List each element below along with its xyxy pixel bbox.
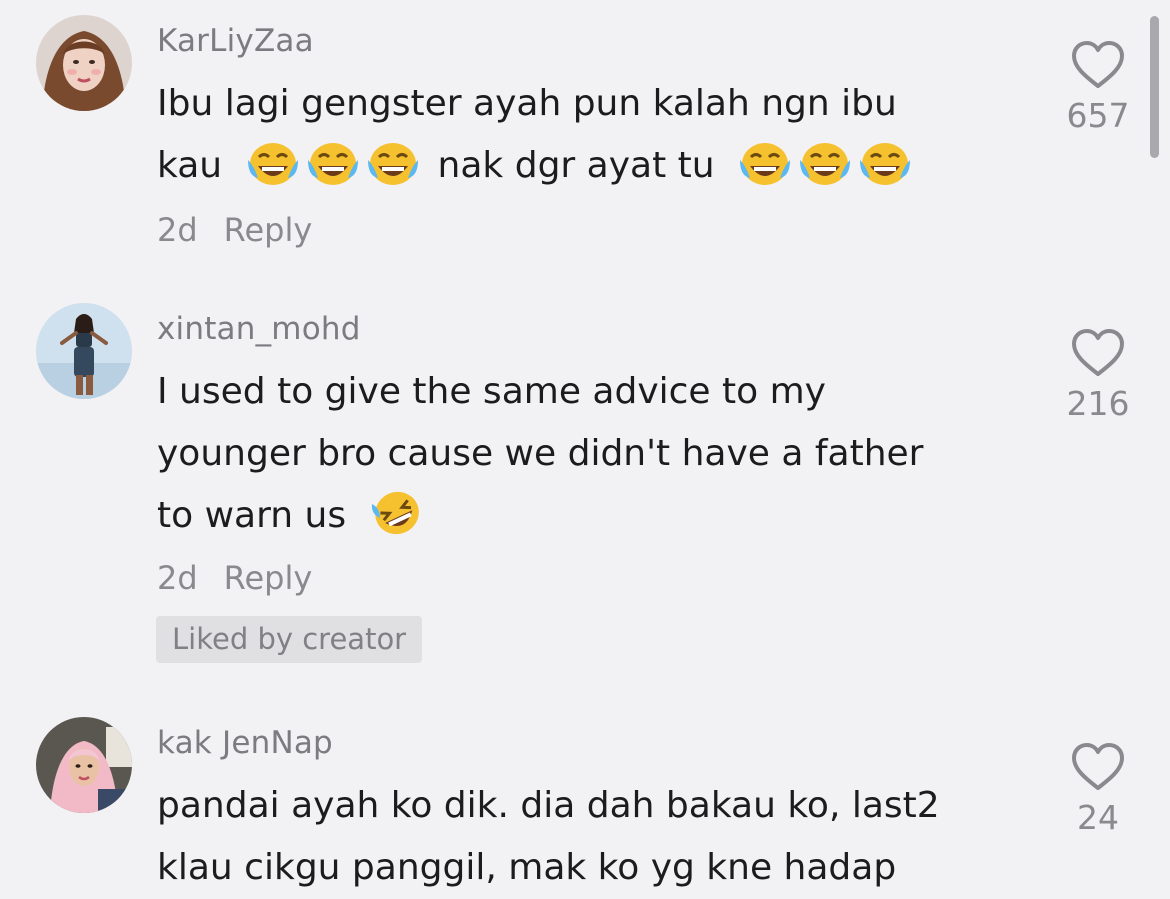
tears-of-joy-emoji-icon: [798, 140, 852, 186]
comment-line: Ibu lagi gengster ayah pun kalah ngn ibu: [157, 83, 897, 124]
comment-username[interactable]: KarLiyZaa: [157, 23, 314, 59]
rofl-emoji-icon: [370, 490, 424, 536]
comment-line: I used to give the same advice to my: [157, 371, 826, 412]
comment-line-text: kau: [157, 145, 223, 186]
avatar-image: [36, 717, 132, 813]
comment-text: pandai ayah ko dik. dia dah bakau ko, la…: [157, 775, 1027, 899]
avatar[interactable]: [36, 717, 132, 813]
tears-of-joy-emoji-icon: [246, 140, 300, 186]
comment-age: 2d: [157, 211, 198, 249]
avatar-image: [36, 303, 132, 399]
avatar[interactable]: [36, 15, 132, 111]
like-count: 24: [1077, 798, 1119, 837]
like-count: 216: [1066, 384, 1130, 423]
tears-of-joy-emoji-icon: [306, 140, 360, 186]
scrollbar[interactable]: [1150, 16, 1159, 158]
comment-text: Ibu lagi gengster ayah pun kalah ngn ibu…: [157, 73, 1027, 197]
comment-item: KarLiyZaa Ibu lagi gengster ayah pun kal…: [0, 15, 1170, 275]
reply-button[interactable]: Reply: [224, 211, 313, 249]
comment-line: kau nak dgr ayat tu: [157, 135, 1027, 197]
tears-of-joy-emoji-icon: [366, 140, 420, 186]
like-button[interactable]: 216: [1060, 327, 1136, 423]
comment-meta: 2d Reply: [157, 211, 312, 249]
comment-username[interactable]: kak JenNap: [157, 725, 333, 761]
heart-icon[interactable]: [1069, 327, 1127, 379]
liked-by-creator-badge: Liked by creator: [156, 616, 423, 663]
comment-line: klau cikgu panggil, mak ko yg kne hadap: [157, 847, 897, 888]
comment-item: xintan_mohd I used to give the same advi…: [0, 303, 1170, 673]
comment-meta: 2d Reply: [157, 559, 312, 597]
like-button[interactable]: 24: [1060, 741, 1136, 837]
comment-age: 2d: [157, 559, 198, 597]
avatar-image: [36, 15, 132, 111]
like-button[interactable]: 657: [1060, 39, 1136, 135]
comment-line-text: to warn us: [157, 495, 347, 536]
comment-line: pandai ayah ko dik. dia dah bakau ko, la…: [157, 785, 940, 826]
heart-icon[interactable]: [1069, 39, 1127, 91]
comment-line: to warn us: [157, 485, 1027, 547]
like-count: 657: [1066, 96, 1130, 135]
tears-of-joy-emoji-icon: [858, 140, 912, 186]
comment-line: younger bro cause we didn't have a fathe…: [157, 433, 924, 474]
avatar[interactable]: [36, 303, 132, 399]
comment-text: I used to give the same advice to my you…: [157, 361, 1027, 547]
heart-icon[interactable]: [1069, 741, 1127, 793]
comment-item: kak JenNap pandai ayah ko dik. dia dah b…: [0, 717, 1170, 888]
tears-of-joy-emoji-icon: [738, 140, 792, 186]
comment-username[interactable]: xintan_mohd: [157, 311, 361, 347]
comment-line-text: nak dgr ayat tu: [437, 145, 715, 186]
reply-button[interactable]: Reply: [224, 559, 313, 597]
